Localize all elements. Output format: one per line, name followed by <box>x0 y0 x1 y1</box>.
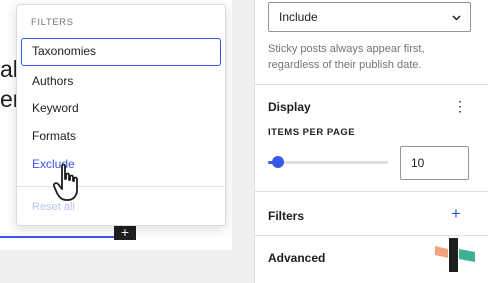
items-per-page-input[interactable]: 10 <box>400 146 469 180</box>
canvas-footer-area <box>0 250 232 283</box>
menu-item-exclude[interactable]: Exclude <box>21 150 221 178</box>
display-panel-title[interactable]: Display <box>268 100 311 114</box>
hand-pointer-icon <box>53 163 78 201</box>
filters-panel-title[interactable]: Filters <box>268 209 304 223</box>
block-settings-sidebar: Include Sticky posts always appear first… <box>254 0 488 283</box>
more-vertical-icon[interactable]: ⋮ <box>453 96 467 116</box>
items-per-page-label: ITEMS PER PAGE <box>268 127 356 138</box>
items-per-page-slider-track[interactable] <box>268 161 388 164</box>
panel-gutter <box>232 0 254 283</box>
sticky-posts-help-text: Sticky posts always appear first, regard… <box>268 43 425 71</box>
menu-item-keyword[interactable]: Keyword <box>21 94 221 122</box>
plus-icon[interactable]: + <box>451 203 465 225</box>
panel-divider <box>255 84 488 85</box>
block-inserter-button[interactable]: + <box>114 224 136 240</box>
filters-dropdown-menu: FILTERS Taxonomies Authors Keyword Forma… <box>16 4 226 226</box>
dropdown-divider <box>17 186 225 187</box>
menu-item-taxonomies[interactable]: Taxonomies <box>21 38 221 66</box>
sticky-posts-select[interactable]: Include <box>268 2 471 32</box>
menu-item-formats[interactable]: Formats <box>21 122 221 150</box>
items-per-page-slider-thumb[interactable] <box>272 156 284 168</box>
dropdown-title: FILTERS <box>31 17 74 28</box>
brand-logo-icon <box>435 238 475 272</box>
selected-block-outline <box>0 236 114 238</box>
advanced-panel-title[interactable]: Advanced <box>268 251 325 265</box>
panel-divider <box>255 191 488 192</box>
panel-divider <box>255 235 488 236</box>
sticky-posts-select-value: Include <box>279 10 318 24</box>
chevron-down-icon <box>452 15 461 21</box>
menu-item-authors[interactable]: Authors <box>21 67 221 95</box>
